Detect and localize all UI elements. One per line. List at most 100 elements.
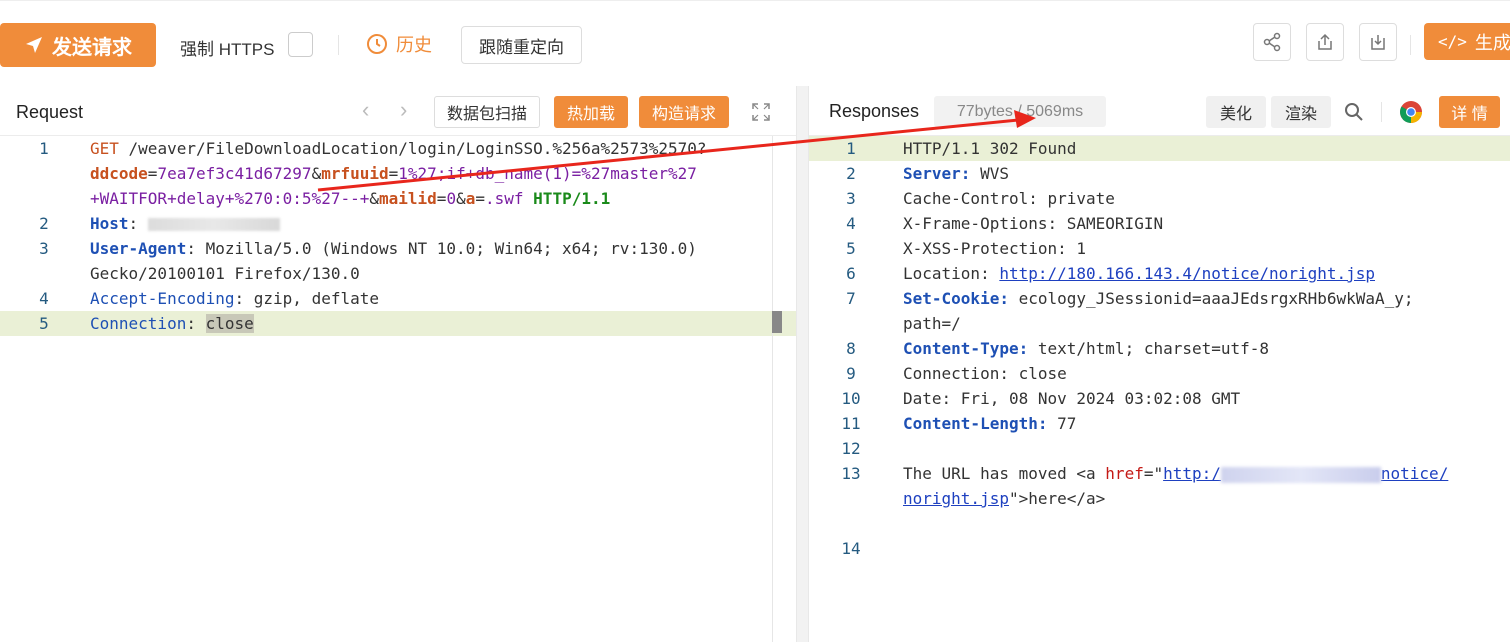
code-line: 1 GET /weaver/FileDownloadLocation/login/… [0, 136, 796, 161]
code-token: User-Agent [90, 239, 187, 258]
code-line: 2 Server: WVS [809, 161, 1510, 186]
hot-load-button[interactable]: 热加载 [554, 96, 628, 128]
line-number: 11 [841, 414, 861, 433]
code-token: : gzip, deflate [234, 289, 380, 308]
code-token: mrfuuid [321, 164, 389, 183]
code-token: Set-Cookie: [903, 289, 1009, 308]
code-token: 0 [446, 189, 457, 208]
details-button[interactable]: 详 情 [1439, 96, 1500, 128]
share-button[interactable] [1253, 23, 1291, 61]
panel-splitter[interactable] [796, 86, 809, 642]
request-editor[interactable]: 1 GET /weaver/FileDownloadLocation/login/… [0, 136, 796, 336]
code-token: .swf [485, 189, 524, 208]
export-button[interactable] [1306, 23, 1344, 61]
line-text: Location: http://180.166.143.4/notice/no… [903, 261, 1375, 286]
search-button[interactable] [1340, 98, 1368, 126]
response-header: Responses 77bytes / 5069ms 美化 渲染 详 情 [809, 86, 1510, 136]
code-token: GET [90, 139, 119, 158]
line-text: Connection: close [903, 361, 1067, 386]
response-viewer[interactable]: 1 HTTP/1.1 302 Found 2 Server: WVS 3 Cache-Co… [809, 136, 1510, 561]
code-token: 7ea7ef3c41d67297 [157, 164, 312, 183]
code-token: = [388, 164, 399, 183]
chevron-left-icon[interactable]: ‹ [362, 99, 382, 121]
code-token: 77 [1047, 414, 1077, 433]
generate-label: 生成 [1474, 32, 1510, 53]
code-line: 5 Connection: close [0, 311, 796, 336]
upload-icon [1318, 33, 1332, 50]
line-text: Host: [90, 211, 280, 236]
line-text: The URL has moved <a href="http:/ notice/ [903, 461, 1448, 486]
code-token: text/html; charset=utf-8 [1028, 339, 1270, 358]
code-line: 8 Content-Type: text/html; charset=utf-8 [809, 336, 1510, 361]
editor-scrollbar[interactable] [772, 136, 773, 642]
line-text: Accept-Encoding: gzip, deflate [90, 286, 379, 311]
redacted-host [147, 218, 280, 231]
request-panel: Request ‹ › 数据包扫描 热加载 构造请求 1 GET /weaver/… [0, 86, 796, 642]
divider [1410, 35, 1411, 55]
packet-scan-button[interactable]: 数据包扫描 [434, 96, 540, 128]
line-number: 2 [846, 164, 856, 183]
divider [1381, 102, 1382, 122]
scrollbar-thumb[interactable] [772, 311, 782, 333]
response-panel: Responses 77bytes / 5069ms 美化 渲染 详 情 1 HT… [809, 86, 1510, 642]
code-token: Date: Fri, 08 Nov 2024 03:02:08 GMT [903, 389, 1241, 408]
line-text: Date: Fri, 08 Nov 2024 03:02:08 GMT [903, 386, 1240, 411]
line-number: 4 [846, 214, 856, 233]
line-number: 5 [39, 314, 49, 333]
code-token: & [369, 189, 379, 208]
code-line: 1 HTTP/1.1 302 Found [809, 136, 1510, 161]
generate-button[interactable]: </> 生成 [1424, 23, 1510, 60]
follow-redirect-button[interactable]: 跟随重定向 [461, 26, 582, 64]
share-icon [1263, 32, 1281, 52]
code-token: Content-Length: [903, 414, 1048, 433]
expand-icon[interactable] [751, 102, 771, 122]
code-token: href [1105, 464, 1144, 483]
search-icon [1345, 103, 1363, 121]
code-line: 11 Content-Length: 77 [809, 411, 1510, 436]
line-text: noright.jsp">here</a> [903, 486, 1105, 511]
code-token: = [147, 164, 158, 183]
response-meta-badge: 77bytes / 5069ms [934, 96, 1106, 127]
send-request-button[interactable]: 发送请求 [0, 23, 156, 67]
line-number: 12 [841, 439, 861, 458]
render-button[interactable]: 渲染 [1271, 96, 1331, 128]
code-link[interactable]: http:/ [1163, 464, 1221, 483]
code-token: The URL has moved <a [903, 464, 1106, 483]
code-link[interactable]: noright.jsp [903, 489, 1009, 508]
code-token: Location: [903, 264, 1000, 283]
line-number: 8 [846, 339, 856, 358]
code-token: ecology_JSessionid=aaaJEdsrgxRHb6wkWaA_y… [1008, 289, 1414, 308]
paper-plane-icon [26, 37, 42, 53]
line-text: X-XSS-Protection: 1 [903, 236, 1086, 261]
history-button[interactable]: 历史 [366, 31, 432, 57]
build-request-button[interactable]: 构造请求 [639, 96, 729, 128]
top-toolbar: 发送请求 强制 HTTPS 历史 跟随重定向 </> 生成 [0, 0, 1510, 86]
code-token: +WAITFOR+delay+%270:0:5%27--+ [90, 189, 370, 208]
line-text: Gecko/20100101 Firefox/130.0 [90, 261, 360, 286]
import-button[interactable] [1359, 23, 1397, 61]
open-in-browser-button[interactable] [1397, 98, 1425, 126]
beautify-button[interactable]: 美化 [1206, 96, 1266, 128]
code-token: Connection [90, 314, 187, 333]
code-line: 10 Date: Fri, 08 Nov 2024 03:02:08 GMT [809, 386, 1510, 411]
code-link[interactable]: notice/ [1381, 464, 1448, 483]
code-line: +WAITFOR+delay+%270:0:5%27--+&mailid=0&a… [0, 186, 796, 211]
line-text: User-Agent: Mozilla/5.0 (Windows NT 10.0… [90, 236, 707, 261]
force-https-checkbox[interactable] [288, 32, 313, 57]
line-text: X-Frame-Options: SAMEORIGIN [903, 211, 1163, 236]
line-number: 3 [39, 239, 49, 258]
code-line: path=/ [809, 311, 1510, 336]
code-line: 3 Cache-Control: private [809, 186, 1510, 211]
history-label: 历史 [396, 35, 432, 55]
response-title: Responses [829, 101, 920, 121]
download-icon [1371, 35, 1385, 50]
chevron-right-icon[interactable]: › [400, 99, 420, 121]
code-token: X-XSS-Protection: 1 [903, 239, 1087, 258]
line-number: 9 [846, 364, 856, 383]
code-link[interactable]: http://180.166.143.4/notice/noright.jsp [999, 264, 1375, 283]
redacted-url [1220, 466, 1381, 483]
code-token: HTTP/1.1 302 Found [903, 139, 1077, 158]
code-line: 12 [809, 436, 1510, 461]
